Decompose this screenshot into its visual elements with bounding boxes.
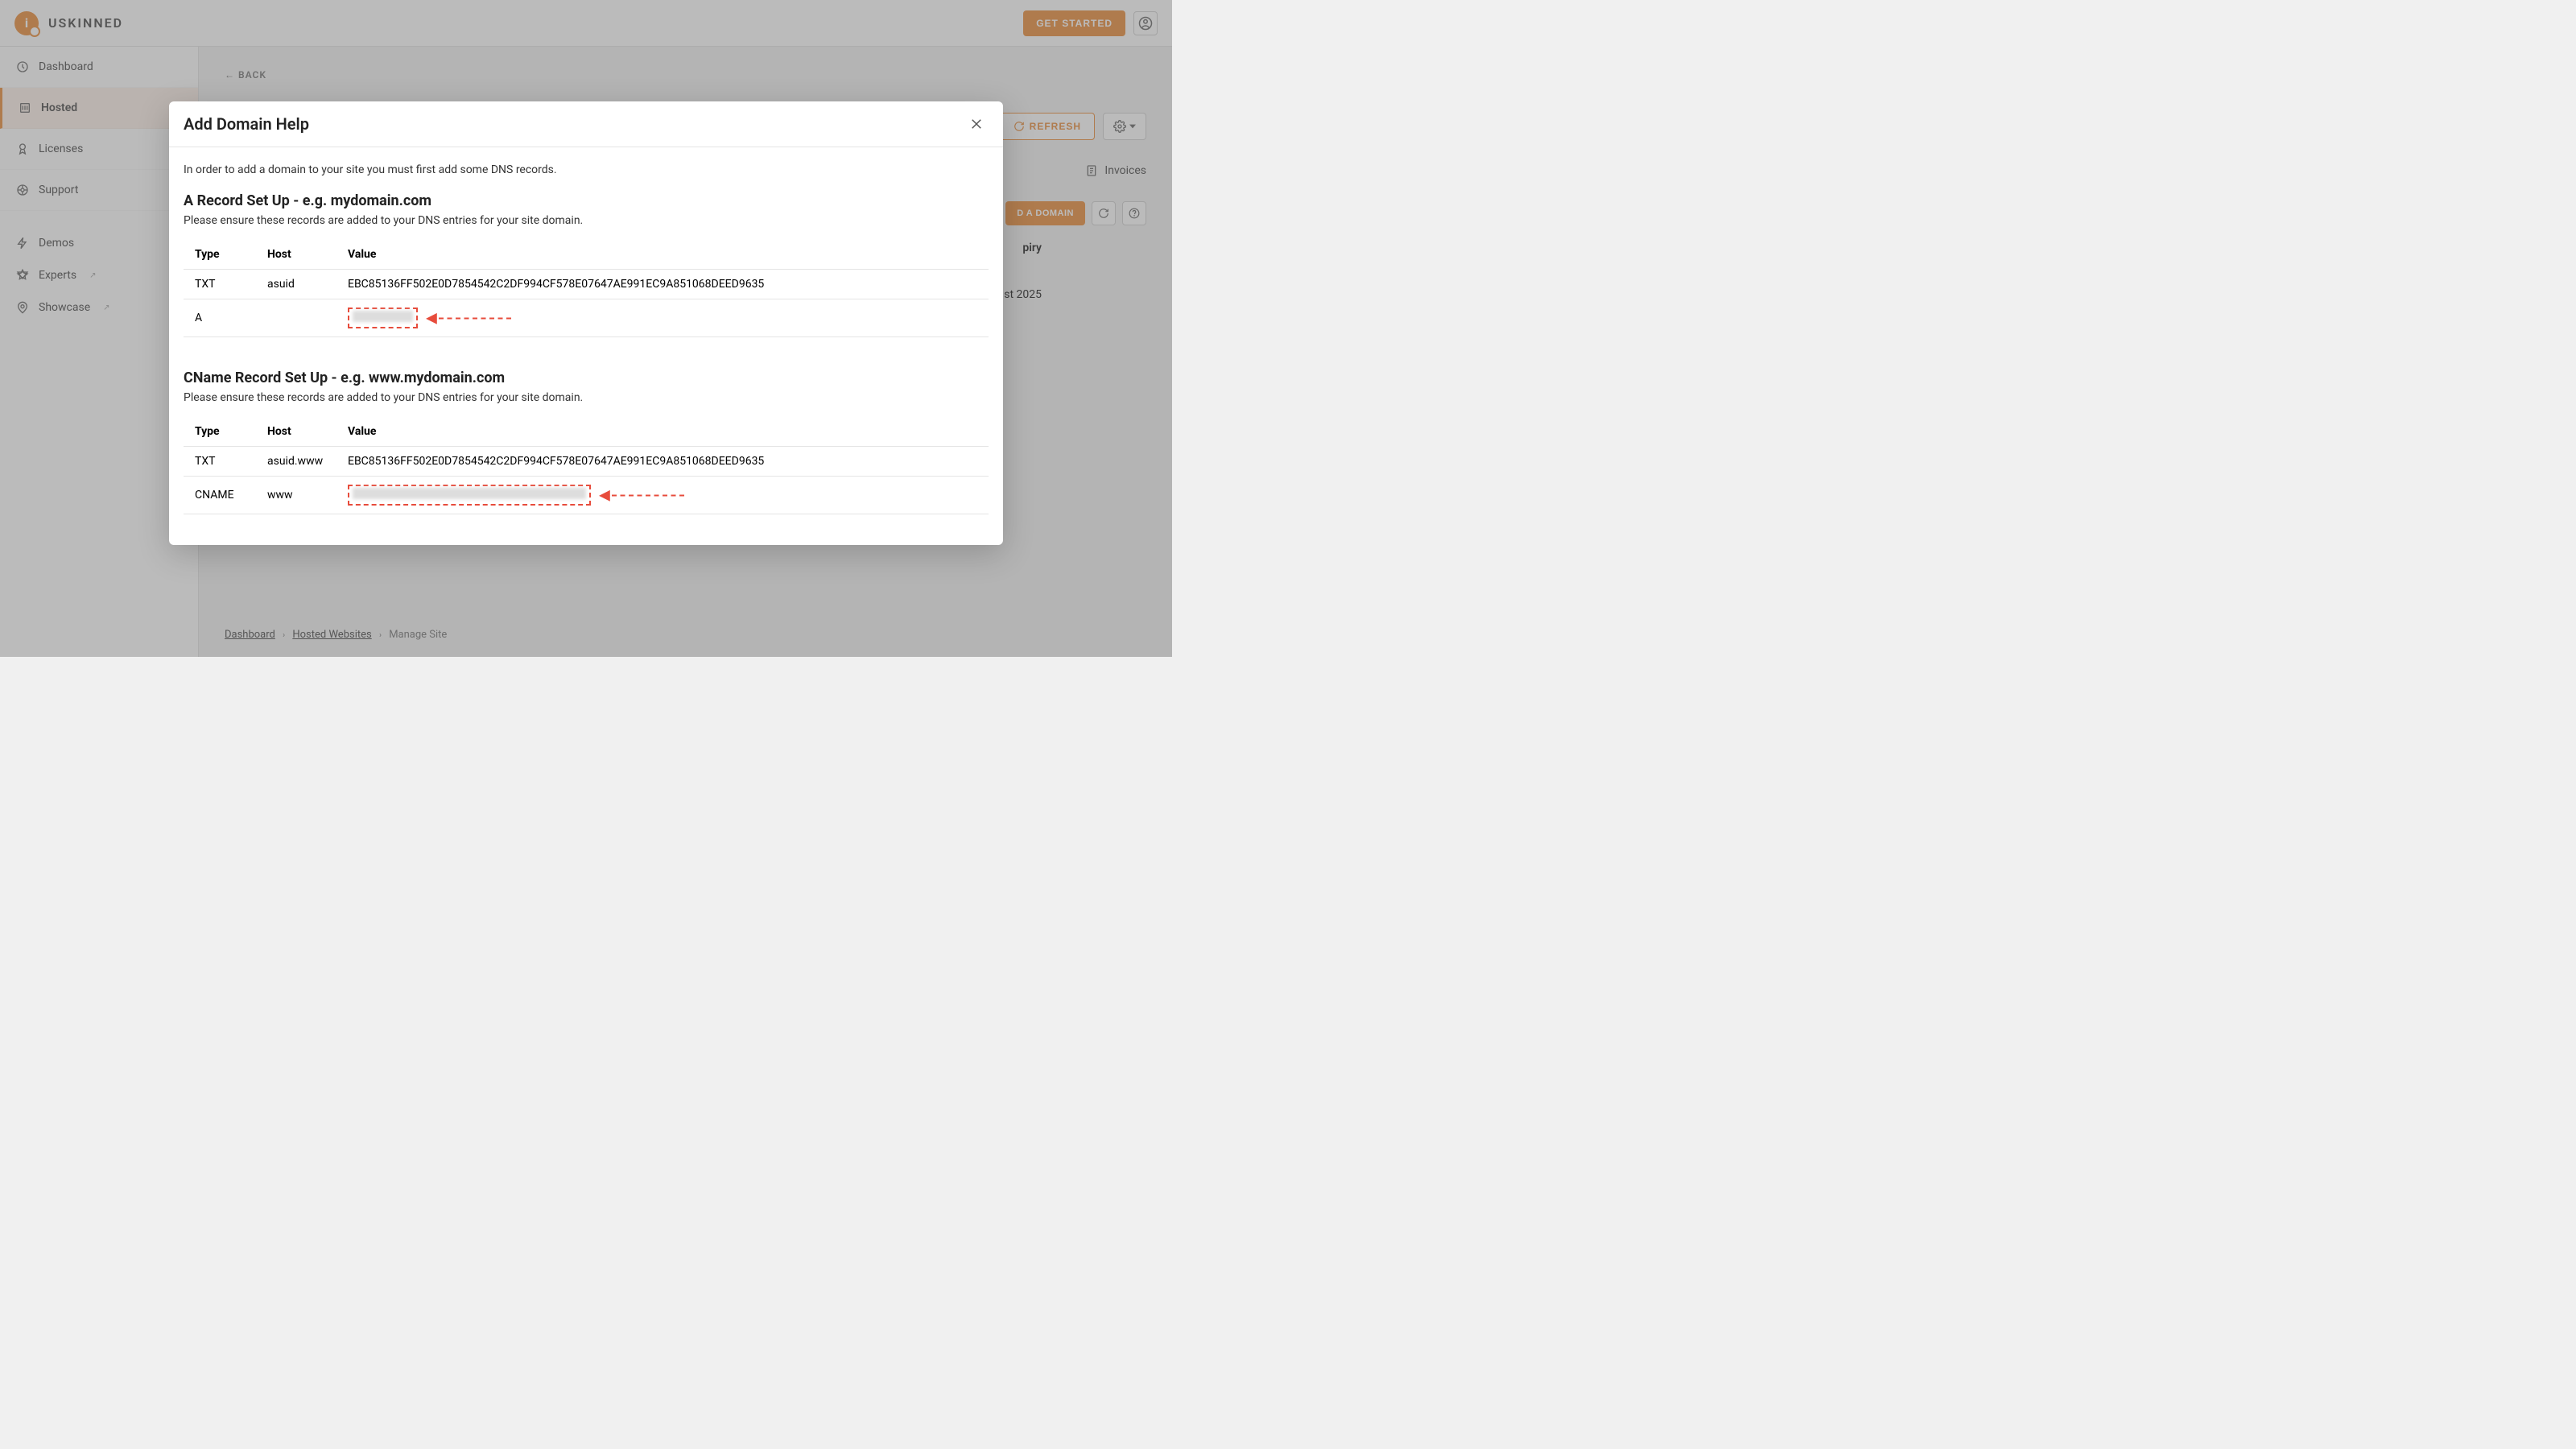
arrow-head-icon: ◀	[426, 310, 437, 327]
table-header-value: Value	[336, 417, 989, 447]
cname-section: CName Record Set Up - e.g. www.mydomain.…	[184, 369, 989, 514]
cell-value: EBC85136FF502E0D7854542C2DF994CF578E0764…	[336, 447, 989, 477]
cell-host: asuid.www	[256, 447, 336, 477]
table-header-value: Value	[336, 240, 989, 270]
table-row: TXT asuid EBC85136FF502E0D7854542C2DF994…	[184, 270, 989, 299]
cell-type: A	[184, 299, 256, 337]
cell-type: TXT	[184, 270, 256, 299]
cell-host: asuid	[256, 270, 336, 299]
table-row: TXT asuid.www EBC85136FF502E0D7854542C2D…	[184, 447, 989, 477]
table-header-type: Type	[184, 417, 256, 447]
cell-host: www	[256, 477, 336, 514]
cell-value: EBC85136FF502E0D7854542C2DF994CF578E0764…	[336, 270, 989, 299]
arrow-line	[612, 494, 684, 496]
cname-table: Type Host Value TXT asuid.www EBC85136FF…	[184, 417, 989, 514]
table-header-host: Host	[256, 240, 336, 270]
table-row: A ◀	[184, 299, 989, 337]
cell-host	[256, 299, 336, 337]
modal-body: In order to add a domain to your site yo…	[169, 147, 1003, 545]
cell-type: TXT	[184, 447, 256, 477]
arrow-head-icon: ◀	[599, 487, 610, 504]
a-record-subtext: Please ensure these records are added to…	[184, 214, 989, 227]
redacted-content	[353, 488, 586, 499]
add-domain-help-modal: Add Domain Help In order to add a domain…	[169, 101, 1003, 545]
arrow-annotation: ◀	[599, 487, 684, 504]
table-header-host: Host	[256, 417, 336, 447]
arrow-annotation: ◀	[426, 310, 511, 327]
arrow-line	[439, 317, 511, 319]
modal-title: Add Domain Help	[184, 114, 309, 134]
close-icon	[969, 117, 984, 131]
cell-value: ◀	[336, 299, 989, 337]
close-button[interactable]	[969, 114, 989, 134]
cname-heading: CName Record Set Up - e.g. www.mydomain.…	[184, 369, 989, 386]
modal-header: Add Domain Help	[169, 101, 1003, 147]
modal-overlay[interactable]: Add Domain Help In order to add a domain…	[0, 0, 1172, 657]
table-row: CNAME www ◀	[184, 477, 989, 514]
redacted-a-record-value: ◀	[348, 308, 418, 328]
cell-value: ◀	[336, 477, 989, 514]
cname-subtext: Please ensure these records are added to…	[184, 391, 989, 404]
a-record-heading: A Record Set Up - e.g. mydomain.com	[184, 192, 989, 209]
table-header-type: Type	[184, 240, 256, 270]
redacted-content	[353, 311, 413, 322]
redacted-cname-value: ◀	[348, 485, 591, 506]
a-record-table: Type Host Value TXT asuid EBC85136FF502E…	[184, 240, 989, 337]
modal-intro: In order to add a domain to your site yo…	[184, 163, 989, 176]
cell-type: CNAME	[184, 477, 256, 514]
